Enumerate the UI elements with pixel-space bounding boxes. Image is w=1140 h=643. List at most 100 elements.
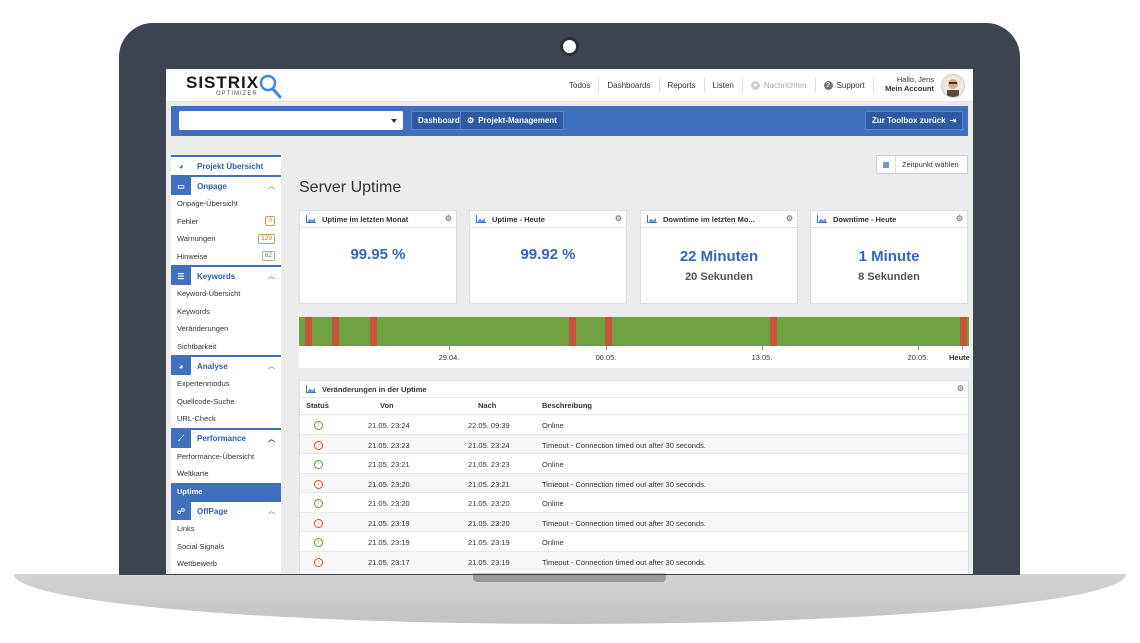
sidebar-item-label: Wettbewerb [177,559,217,569]
settings-icon[interactable]: ⚙ [615,214,622,223]
area-chart-icon [476,215,486,223]
user-menu[interactable]: Hallo, Jens Mein Account [884,75,934,93]
dashboard-button[interactable]: Dashboard [411,111,467,130]
sidebar-item-quellcode-suche[interactable]: Quellcode-Suche [171,393,281,411]
chevron-up-icon[interactable]: ︿ [268,361,275,371]
cell-von: 21.05. 23:20 [368,499,410,508]
sidebar-item-performance-übersicht[interactable]: Performance-Übersicht [171,448,281,466]
sidebar-item-label: Social Signals [177,541,225,551]
sidebar-section-label: OffPage [197,506,228,516]
avatar[interactable] [941,74,965,98]
project-toolbar: Dashboard ⚙ Projekt-Management Zur Toolb… [171,106,968,136]
settings-icon[interactable]: ⚙ [445,214,452,223]
sidebar-item-wettbewerb[interactable]: Wettbewerb [171,555,281,573]
table-row[interactable]: ↓ 21.05. 23:17 21.05. 23:19 Timeout - Conne… [300,550,968,571]
timeline-bar[interactable] [299,317,969,346]
column-header: Beschreibung [542,401,593,410]
sidebar-item-expertenmodus[interactable]: Expertenmodus [171,375,281,393]
outage-marker[interactable] [370,317,377,346]
stat-card-header: Downtime im letzten Mo... ⚙ [641,211,797,228]
count-badge: 62 [261,251,275,262]
project-select[interactable] [179,111,403,130]
table-row[interactable]: ↓ 21.05. 23:20 21.05. 23:21 Timeout - Conne… [300,472,968,493]
logo-subtext: OPTIMIZER [216,91,258,97]
nav-item-nachrichten[interactable]: ● Nachrichten [743,78,816,92]
sidebar-item-keywords[interactable]: Keywords [171,303,281,321]
chevron-up-icon[interactable]: ︿ [268,181,275,191]
sidebar-item-label: Keyword-Übersicht [177,289,241,299]
back-to-toolbox-button[interactable]: Zur Toolbox zurück ⇥ [865,111,964,130]
sidebar-section-performance[interactable]: ⟋ Performance ︿ [171,427,281,448]
sidebar-item-hinweise[interactable]: Hinweise 62 [171,248,281,266]
table-row[interactable]: ↓ 21.05. 23:23 21.05. 23:24 Timeout - Conne… [300,433,968,454]
outage-marker[interactable] [569,317,576,346]
outage-marker[interactable] [960,317,967,346]
timeline-label: 06.05. [595,353,617,362]
sistrix-logo[interactable]: SISTRIX OPTIMIZER [186,73,282,99]
sidebar-item-warnungen[interactable]: Warnungen 129 [171,230,281,248]
sidebar-item-sichtbarkeit[interactable]: Sichtbarkeit [171,338,281,356]
settings-icon[interactable]: ⚙ [957,384,964,393]
chevron-up-icon[interactable]: ︿ [268,506,275,516]
nav-item-todos[interactable]: Todos [561,78,600,92]
sidebar-section-onpage[interactable]: ▭ Onpage ︿ [171,175,281,195]
outage-marker[interactable] [305,317,312,346]
settings-icon[interactable]: ⚙ [786,214,793,223]
cell-von: 21.05. 23:17 [368,557,410,567]
outage-marker[interactable] [770,317,777,346]
sidebar-section-label: Keywords [197,271,236,281]
changes-panel-header: Veränderungen in der Uptime ⚙ [300,381,968,398]
sidebar-item-keyword-übersicht[interactable]: Keyword-Übersicht [171,285,281,303]
outage-marker[interactable] [605,317,612,346]
camera-icon [563,40,576,53]
settings-icon[interactable]: ⚙ [956,214,963,223]
table-row[interactable]: ↑ 21.05. 23:21 21.05. 23:23 Online [300,453,968,474]
projekt-management-button[interactable]: ⚙ Projekt-Management [460,111,564,130]
sidebar-item-weltkarte[interactable]: Weltkarte [171,465,281,483]
outage-marker[interactable] [332,317,339,346]
sidebar-item-label: Veränderungen [177,324,229,334]
sidebar-item-fehler[interactable]: Fehler 0 [171,213,281,231]
table-row[interactable]: ↑ 21.05. 23:19 21.05. 23:19 Online [300,531,968,552]
table-row[interactable]: ↑ 21.05. 23:20 21.05. 23:20 Online [300,492,968,513]
sidebar-section-offpage[interactable]: ☍ OffPage ︿ [171,500,281,520]
cell-von: 21.05. 23:24 [368,421,410,430]
sidebar-item-onpage-übersicht[interactable]: Onpage-Übersicht [171,195,281,213]
cell-beschreibung: Online [542,460,564,469]
stat-card-title: Uptime - Heute [492,214,545,224]
sidebar-item-veränderungen[interactable]: Veränderungen [171,320,281,338]
nav-label: Reports [667,80,696,90]
nav-item-reports[interactable]: Reports [660,78,705,92]
stat-card-value: 99.95 % [350,246,406,263]
sidebar-item-links[interactable]: Links [171,520,281,538]
nav-item-listen[interactable]: Listen [705,78,743,92]
horizontal-scrollbar[interactable] [473,573,666,574]
area-chart-icon [817,215,827,223]
sidebar-section-keywords[interactable]: ☰ Keywords ︿ [171,265,281,285]
sidebar-item-url-check[interactable]: URL-Check [171,410,281,428]
nav-item-dashboards[interactable]: Dashboards [599,78,660,92]
sidebar: ◕ Projekt Übersicht ▭ Onpage ︿ Onpage-Übers… [171,155,281,573]
chevron-up-icon[interactable]: ︿ [268,434,275,444]
stat-card-title: Downtime im letzten Mo... [663,214,755,224]
zeitpunkt-button[interactable]: ▦ Zeitpunkt wählen [876,155,968,174]
cell-von: 21.05. 23:20 [368,479,410,489]
table-row[interactable]: ↓ 21.05. 23:19 21.05. 23:20 Timeout - Conne… [300,511,968,532]
zeitpunkt-label: Zeitpunkt wählen [902,160,959,169]
sidebar-section-analyse[interactable]: ◕ Analyse ︿ [171,355,281,375]
area-chart-icon [647,215,657,223]
account-link[interactable]: Mein Account [884,84,934,93]
nav-label: Support [836,80,865,90]
area-chart-icon [306,215,316,223]
cell-nach: 21.05. 23:24 [468,440,510,450]
sidebar-item-uptime[interactable]: Uptime [171,482,281,500]
nav-label: Dashboards [607,80,651,90]
chevron-up-icon[interactable]: ︿ [268,271,275,281]
sidebar-project-overview[interactable]: ◕ Projekt Übersicht [171,155,281,175]
logo-text: SISTRIX [186,73,260,92]
nav-label: Todos [569,80,591,90]
cell-nach: 21.05. 23:19 [468,557,510,567]
sidebar-item-social-signals[interactable]: Social Signals [171,538,281,556]
nav-item-support[interactable]: ? Support [816,78,874,92]
table-row[interactable]: ↑ 21.05. 23:24 22.05. 09:39 Online [300,414,968,435]
